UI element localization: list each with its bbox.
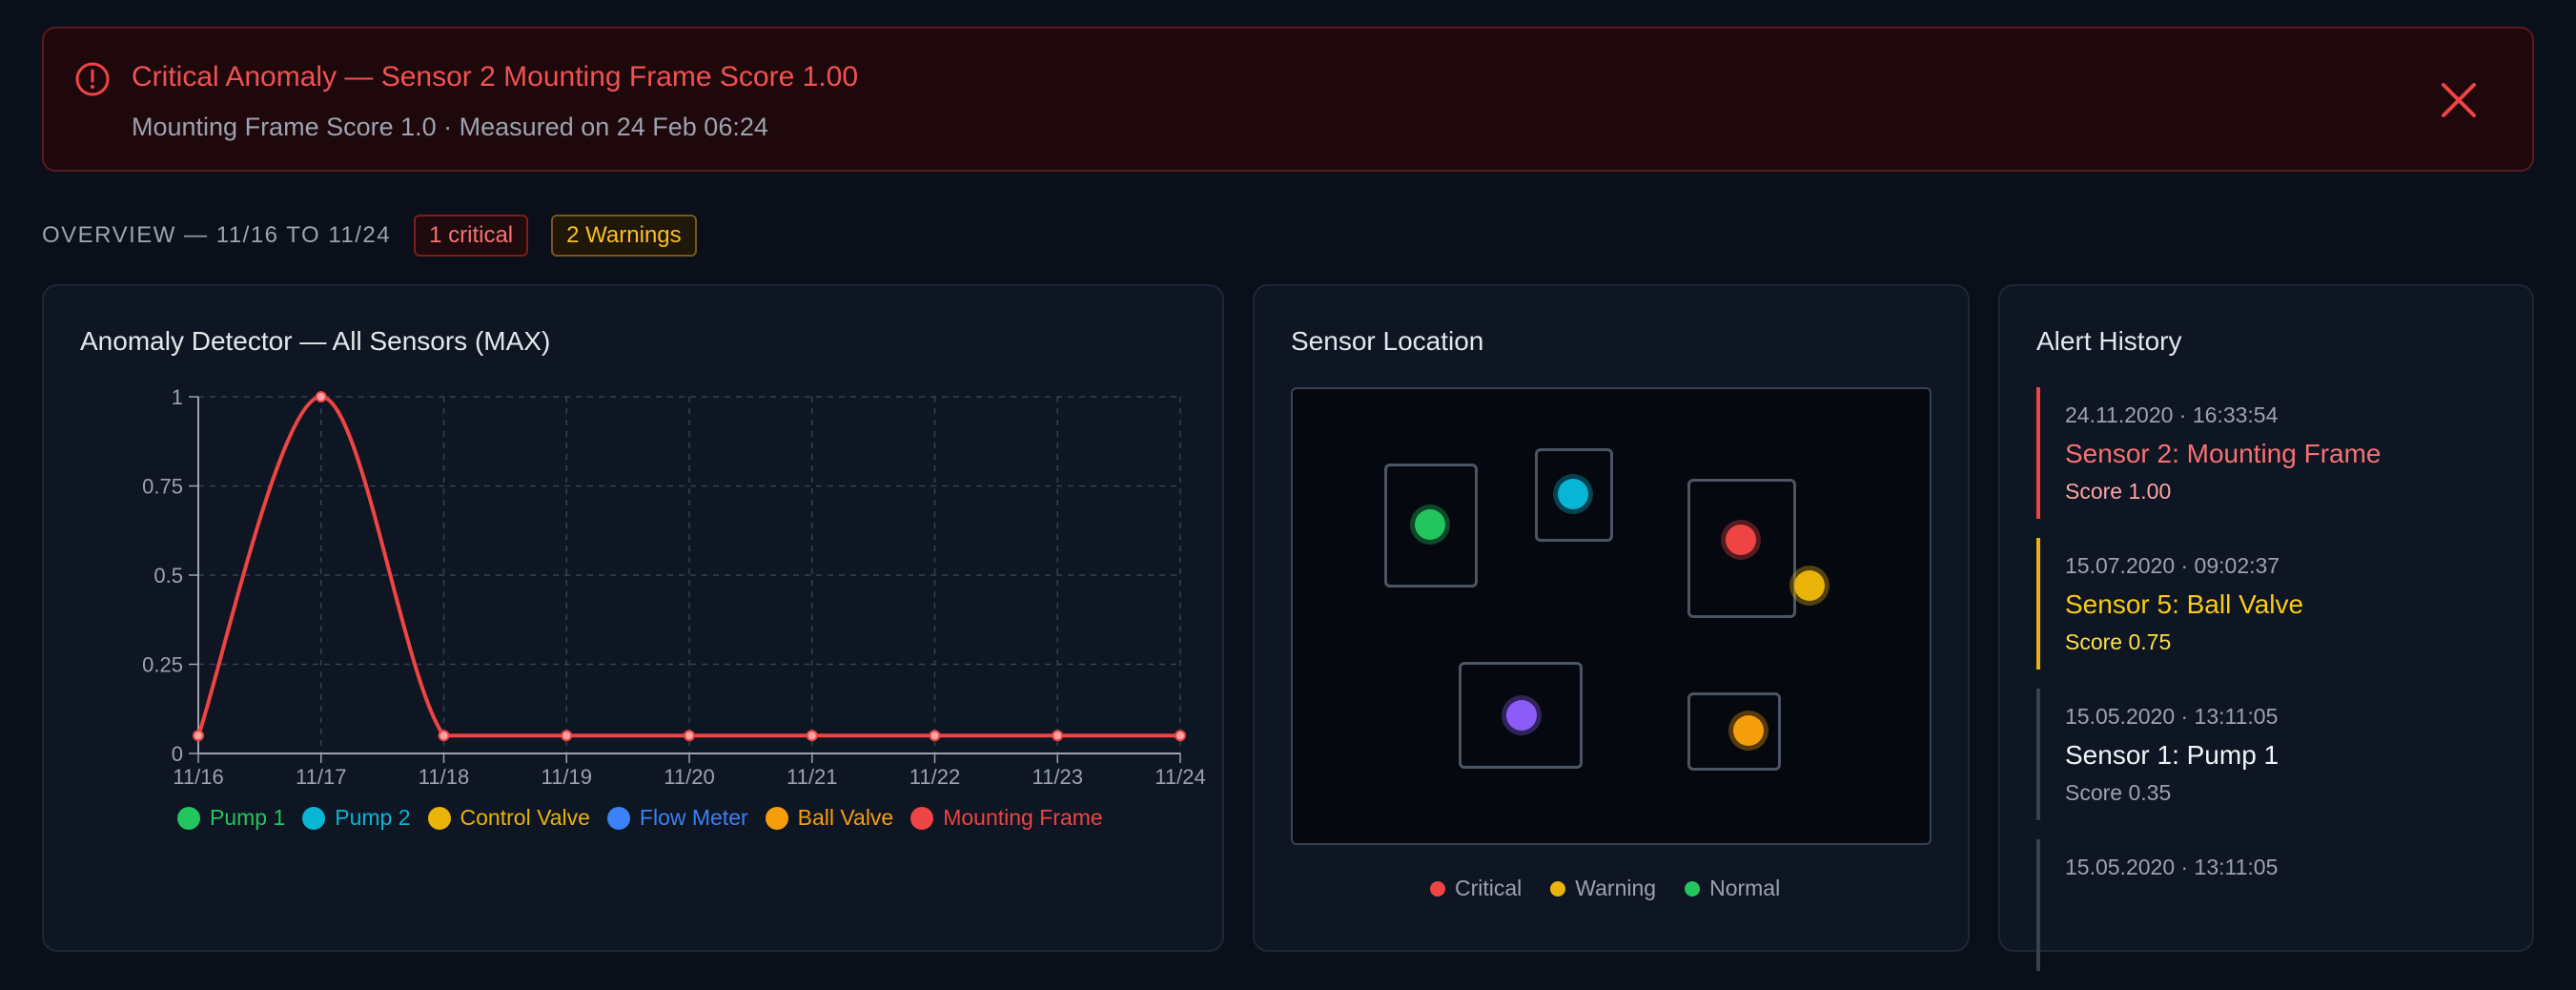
x-tick-label: 11/24: [1155, 765, 1205, 789]
legend-dot-icon: [427, 806, 451, 830]
history-timestamp: 24.11.2020 · 16:33:54: [2065, 402, 2279, 427]
anomaly-chart-card: Anomaly Detector — All Sensors (MAX) 0 0.…: [42, 284, 1224, 952]
warning-badge[interactable]: 2 Warnings: [551, 215, 697, 257]
legend-label: Pump 2: [335, 805, 411, 830]
data-point: [561, 730, 573, 742]
x-tick-label: 11/21: [787, 765, 837, 789]
history-item[interactable]: 15.05.2020 · 13:11:05: [2036, 839, 2504, 971]
y-tick-label: 0: [172, 742, 183, 766]
legend-dot-icon: [177, 806, 200, 830]
y-tick-label: 0.25: [142, 653, 183, 677]
data-point: [315, 391, 327, 402]
anomaly-line-chart: 0 0.25 0.5 0.75 1 11/16 11/17 11/18 11/19 11/20 11…: [142, 385, 1206, 789]
history-score: Score 1.00: [2065, 479, 2172, 504]
history-timestamp: 15.05.2020 · 13:11:05: [2065, 704, 2279, 729]
history-score: Score 0.35: [2065, 780, 2172, 805]
map-legend: Critical Warning Normal: [1430, 876, 1780, 901]
data-point: [1175, 730, 1186, 742]
legend-label: Control Valve: [460, 805, 590, 830]
sensor-mounting-frame[interactable]: [1726, 525, 1756, 555]
x-tick-label: 11/17: [296, 765, 346, 789]
history-title: Alert History: [2036, 326, 2182, 356]
sensor-flow-meter[interactable]: [1506, 700, 1537, 731]
warning-dot-icon: [1550, 880, 1566, 897]
banner-subtitle: Mounting Frame Score 1.0 · Measured on 2…: [132, 113, 768, 141]
overview-label: OVERVIEW — 11/16 TO 11/24: [42, 222, 392, 248]
data-point: [806, 730, 818, 742]
map-legend-normal: Normal: [1685, 876, 1780, 901]
sensor-pump-1[interactable]: [1415, 509, 1445, 540]
x-tick-label: 11/19: [542, 765, 592, 789]
x-tick-label: 11/16: [173, 765, 223, 789]
legend-label: Pump 1: [210, 805, 286, 830]
legend-item[interactable]: Flow Meter: [606, 805, 748, 831]
banner-title: Critical Anomaly — Sensor 2 Mounting Fra…: [132, 61, 858, 93]
history-item[interactable]: 15.07.2020 · 09:02:37 Sensor 5: Ball Val…: [2036, 538, 2504, 670]
legend-item[interactable]: Pump 1: [177, 805, 285, 831]
data-point: [684, 730, 695, 742]
history-timestamp: 15.07.2020 · 09:02:37: [2065, 553, 2280, 578]
critical-badge[interactable]: 1 critical: [414, 215, 529, 257]
history-sensor-name: Sensor 1: Pump 1: [2065, 740, 2280, 770]
legend-item[interactable]: Pump 2: [302, 805, 411, 831]
y-tick-label: 0.75: [142, 475, 183, 499]
data-point: [193, 730, 204, 742]
alert-history-list: 24.11.2020 · 16:33:54 Sensor 2: Mounting…: [2036, 387, 2504, 990]
data-point: [929, 730, 941, 742]
legend-item[interactable]: Mounting Frame: [910, 805, 1103, 831]
y-tick-label: 1: [172, 385, 183, 409]
x-tick-label: 11/22: [910, 765, 960, 789]
legend-item[interactable]: Control Valve: [427, 805, 590, 831]
data-point: [1052, 730, 1064, 742]
legend-item[interactable]: Ball Valve: [765, 805, 894, 831]
alert-circle-icon: [75, 62, 110, 96]
sensor-pump-2[interactable]: [1558, 479, 1588, 509]
map-legend-warning: Warning: [1550, 876, 1656, 901]
sensor-control-valve[interactable]: [1794, 570, 1825, 601]
sensor-ball-valve[interactable]: [1733, 715, 1764, 746]
history-sensor-name: Sensor 2: Mounting Frame: [2065, 439, 2382, 468]
map-legend-critical: Critical: [1430, 876, 1522, 901]
x-tick-label: 11/18: [419, 765, 469, 789]
legend-dot-icon: [910, 806, 934, 830]
history-score: Score 0.75: [2065, 629, 2172, 654]
map-title: Sensor Location: [1291, 326, 1484, 356]
alert-history-card: Alert History 24.11.2020 · 16:33:54 Sens…: [1998, 284, 2534, 971]
legend-label: Flow Meter: [639, 805, 748, 830]
data-point: [438, 730, 450, 742]
sensor-map: [1291, 387, 1932, 845]
map-legend-critical-label: Critical: [1455, 876, 1523, 900]
map-legend-warning-label: Warning: [1575, 876, 1657, 900]
legend-dot-icon: [302, 806, 326, 830]
legend-dot-icon: [765, 806, 788, 830]
history-sensor-name: Sensor 5: Ball Valve: [2065, 589, 2304, 619]
x-tick-label: 11/23: [1032, 765, 1083, 789]
chart-legend: Pump 1 Pump 2 Control Valve Flow Meter Ball …: [177, 805, 1103, 831]
history-item[interactable]: 24.11.2020 · 16:33:54 Sensor 2: Mounting…: [2036, 387, 2504, 519]
normal-dot-icon: [1685, 880, 1701, 897]
critical-dot-icon: [1430, 880, 1445, 897]
overview-bar: OVERVIEW — 11/16 TO 11/24 1 critical 2 W…: [42, 214, 697, 258]
sensor-location-card: Sensor Location Critical Warning Normal: [1253, 284, 1970, 952]
map-legend-normal-label: Normal: [1709, 876, 1781, 900]
legend-label: Ball Valve: [797, 805, 894, 830]
history-timestamp: 15.05.2020 · 13:11:05: [2065, 855, 2279, 879]
legend-label: Mounting Frame: [943, 805, 1103, 830]
critical-alert-banner: Critical Anomaly — Sensor 2 Mounting Fra…: [42, 27, 2534, 172]
history-item[interactable]: 15.05.2020 · 13:11:05 Sensor 1: Pump 1 S…: [2036, 689, 2504, 820]
x-tick-label: 11/20: [664, 765, 714, 789]
y-tick-label: 0.5: [153, 564, 183, 588]
legend-dot-icon: [606, 806, 630, 830]
close-icon[interactable]: [2439, 80, 2479, 120]
